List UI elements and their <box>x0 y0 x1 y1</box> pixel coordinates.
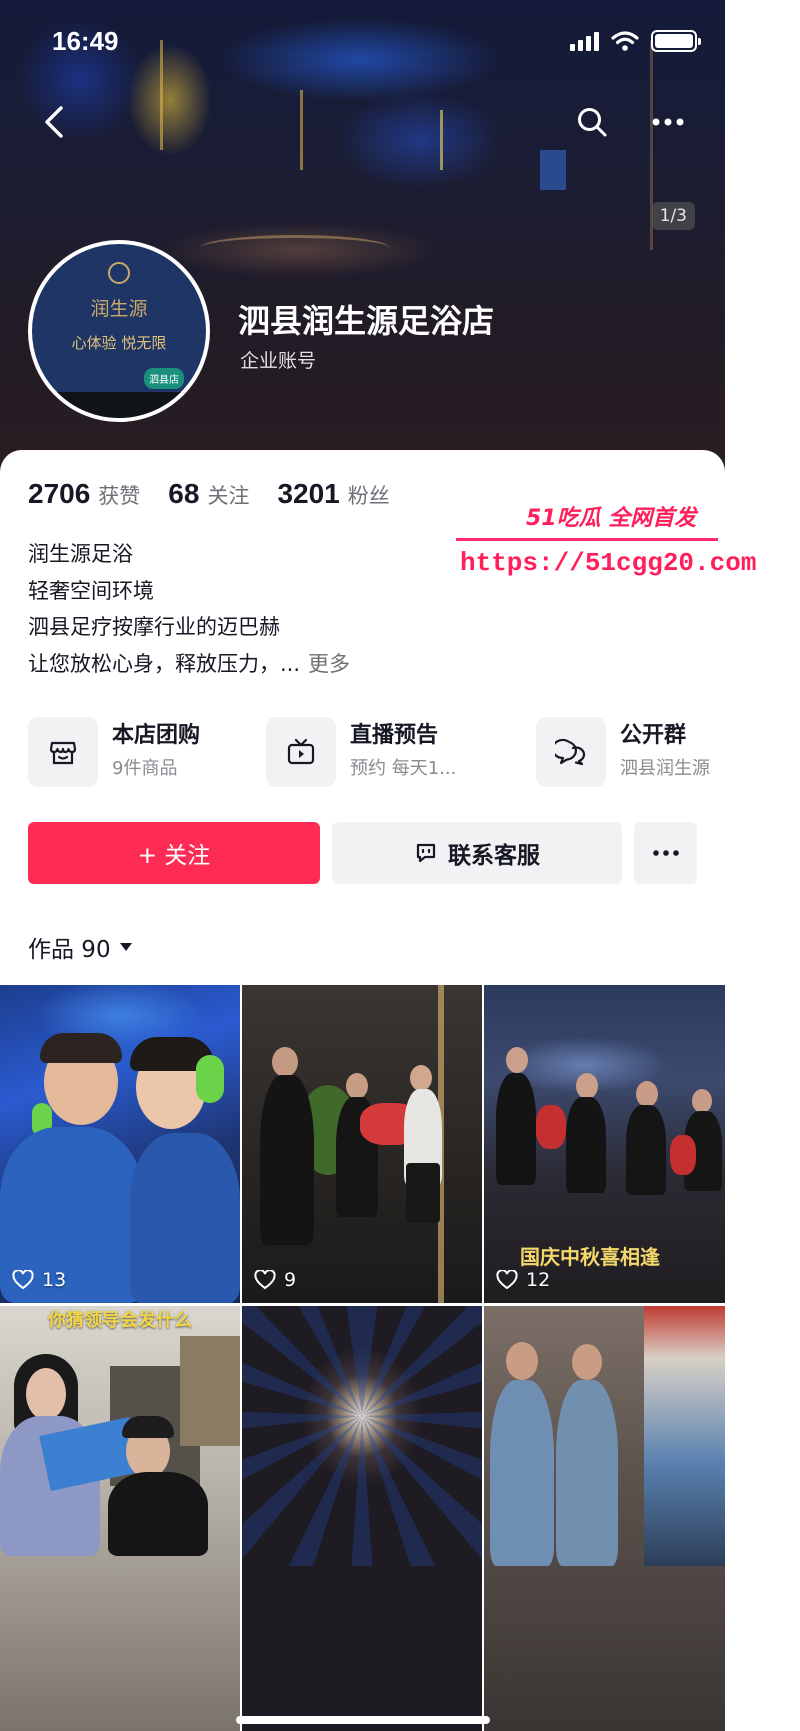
avatar[interactable]: 润生源 心体验 悦无限 泗县店 <box>28 240 210 422</box>
heart-icon <box>12 1270 34 1290</box>
avatar-branch-tag: 泗县店 <box>144 368 184 389</box>
watermark-divider <box>456 538 718 541</box>
dropdown-triangle-icon <box>119 943 132 951</box>
watermark-overlay: 51吃瓜 全网首发 https://51cgg20.com <box>456 500 756 590</box>
service-live-preview[interactable]: 直播预告 预约 每天1... <box>266 716 456 788</box>
customer-service-icon <box>416 843 436 863</box>
follow-button[interactable]: + 关注 <box>28 822 320 884</box>
stat-likes-value: 2706 <box>28 478 91 509</box>
video-thumbnail[interactable]: 9 <box>242 985 482 1303</box>
back-button[interactable] <box>32 100 76 144</box>
tv-icon <box>266 717 336 787</box>
avatar-brand-text: 润生源 <box>90 298 148 320</box>
video-thumbnail[interactable] <box>484 1306 725 1731</box>
stat-followers[interactable]: 3201 粉丝 <box>277 478 389 510</box>
video-likes: 13 <box>12 1269 66 1291</box>
more-options-button[interactable] <box>646 100 690 144</box>
service-subtitle: 9件商品 <box>112 758 178 779</box>
video-caption: 国庆中秋喜相逢 <box>520 1245 660 1269</box>
more-dots-icon <box>652 850 679 856</box>
service-subtitle: 预约 每天1... <box>350 758 457 779</box>
stat-following-value: 68 <box>168 478 200 509</box>
video-likes-count: 9 <box>284 1269 297 1291</box>
battery-icon <box>651 30 701 52</box>
service-title: 公开群 <box>620 723 687 748</box>
cover-page-indicator: 1/3 <box>651 202 695 230</box>
signal-icon <box>570 31 599 51</box>
profile-stats: 2706 获赞 68 关注 3201 粉丝 <box>28 478 418 510</box>
heart-icon <box>254 1270 276 1290</box>
profile-name: 泗县润生源足浴店 <box>238 302 495 340</box>
bio-line: 润生源足浴 <box>28 542 133 566</box>
video-likes-count: 12 <box>526 1269 551 1291</box>
video-caption: 你猜领导会发什么 <box>48 1310 192 1331</box>
home-indicator <box>236 1716 490 1724</box>
stat-followers-label: 粉丝 <box>347 484 390 508</box>
status-bar: 16:49 <box>0 0 725 88</box>
stat-following[interactable]: 68 关注 <box>168 478 249 510</box>
bio-line: 轻奢空间环境 <box>28 578 154 603</box>
video-thumbnail[interactable]: 13 <box>0 985 240 1303</box>
video-likes-count: 13 <box>42 1269 67 1291</box>
bio-line: 泗县足疗按摩行业的迈巴赫 <box>28 615 280 639</box>
bio-line: 让您放松心身，释放压力，... <box>28 651 301 676</box>
search-icon <box>578 108 607 137</box>
stat-following-label: 关注 <box>207 484 250 508</box>
bio-more-link[interactable]: 更多 <box>308 652 350 676</box>
profile-more-button[interactable] <box>634 822 697 884</box>
heart-icon <box>496 1270 518 1290</box>
lotus-logo-icon <box>108 262 130 284</box>
status-time: 16:49 <box>52 26 119 56</box>
service-group-buy[interactable]: 本店团购 9件商品 <box>28 716 200 788</box>
contact-service-button[interactable]: 联系客服 <box>332 822 622 884</box>
video-thumbnail[interactable] <box>242 1306 482 1731</box>
search-button[interactable] <box>570 100 614 144</box>
chat-group-icon <box>536 717 606 787</box>
service-title: 本店团购 <box>112 723 201 748</box>
account-type-label: 企业账号 <box>240 350 317 372</box>
video-likes: 9 <box>254 1269 296 1291</box>
works-tab-label: 作品 90 <box>28 937 111 963</box>
service-title: 直播预告 <box>350 723 439 748</box>
watermark-brand: 51吃瓜 全网首发 <box>526 506 697 531</box>
video-thumbnail[interactable]: 国庆中秋喜相逢 12 <box>484 985 725 1303</box>
back-arrow-icon <box>45 106 63 138</box>
stat-followers-value: 3201 <box>277 478 340 509</box>
contact-service-label: 联系客服 <box>448 843 540 869</box>
service-entries: 本店团购 9件商品 直播预告 预约 每天1... 公开群 泗县润生源 <box>28 716 725 788</box>
follow-button-label: + 关注 <box>137 843 211 869</box>
status-icons <box>570 30 701 52</box>
service-public-group[interactable]: 公开群 泗县润生源 <box>536 716 710 788</box>
wifi-icon <box>611 31 639 51</box>
works-tab[interactable]: 作品 90 <box>28 930 133 964</box>
video-likes: 12 <box>496 1269 550 1291</box>
service-subtitle: 泗县润生源 <box>620 758 710 779</box>
profile-bio: 润生源足浴 轻奢空间环境 泗县足疗按摩行业的迈巴赫 让您放松心身，释放压力，..… <box>28 536 350 682</box>
more-dots-icon <box>652 118 684 126</box>
stat-likes[interactable]: 2706 获赞 <box>28 478 140 510</box>
watermark-url: https://51cgg20.com <box>460 548 757 578</box>
stat-likes-label: 获赞 <box>98 484 141 508</box>
video-grid: 13 9 国庆中秋喜相逢 12 你猜领导会发什么 <box>0 985 725 1731</box>
avatar-slogan-text: 心体验 悦无限 <box>71 334 167 352</box>
video-thumbnail[interactable]: 你猜领导会发什么 <box>0 1306 240 1731</box>
store-icon <box>28 717 98 787</box>
